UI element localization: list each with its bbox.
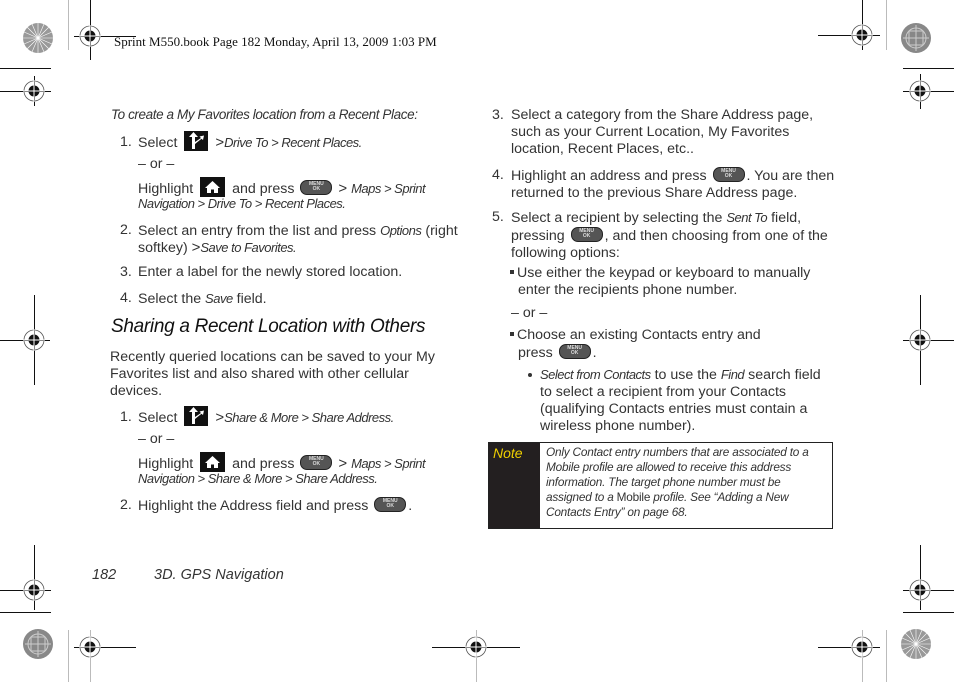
or-separator: – or – bbox=[138, 156, 175, 172]
color-rosette-bottom-left bbox=[23, 629, 53, 659]
section-heading: Sharing a Recent Location with Others bbox=[111, 316, 426, 337]
step-3-select-category: Select a category from the Share Address… bbox=[511, 107, 814, 157]
menu-ok-key-icon: MENU OK bbox=[374, 497, 407, 512]
menu-ok-key-icon: MENU OK bbox=[712, 167, 745, 182]
crop-line bbox=[903, 612, 954, 613]
step-number: 2. bbox=[120, 222, 132, 238]
color-rosette-top-right bbox=[901, 23, 931, 53]
registration-mark bbox=[851, 24, 873, 46]
menu-ok-key-icon: MENU OK bbox=[300, 180, 333, 195]
option-bullet-contacts: Choose an existing Contacts entry and pr… bbox=[510, 327, 761, 362]
color-rosette-top-left bbox=[23, 23, 53, 53]
step-number: 4. bbox=[492, 167, 504, 183]
trim-line bbox=[68, 0, 69, 50]
section-title: 3D. GPS Navigation bbox=[154, 567, 284, 583]
registration-mark bbox=[23, 80, 45, 102]
registration-mark bbox=[79, 636, 101, 658]
menu-ok-key-icon: MENU OK bbox=[300, 455, 333, 470]
step-1-select-drive-to: Select >Drive To > Recent Places. bbox=[138, 131, 362, 152]
page-number: 182 bbox=[92, 567, 117, 583]
registration-mark bbox=[909, 329, 931, 351]
print-header: Sprint M550.book Page 182 Monday, April … bbox=[114, 34, 437, 49]
menu-ok-key-icon: MENU OK bbox=[558, 344, 591, 359]
step-number: 4. bbox=[120, 290, 132, 306]
note-label: Note bbox=[489, 443, 540, 528]
procedure-intro: To create a My Favorites location from a… bbox=[111, 107, 418, 122]
or-separator: – or – bbox=[511, 305, 548, 321]
step-number: 3. bbox=[492, 107, 504, 123]
registration-mark bbox=[23, 579, 45, 601]
menu-path: Navigation > Drive To > Recent Places. bbox=[138, 196, 346, 211]
note-text: Only Contact entry numbers that are asso… bbox=[546, 445, 809, 519]
bullet-icon bbox=[510, 332, 514, 336]
alternate-step-highlight: Highlight and press MENU OK > Maps > Spri… bbox=[138, 177, 426, 198]
bullet-icon bbox=[528, 373, 532, 377]
crop-line bbox=[0, 68, 51, 69]
step-1-select-share: Select >Share & More > Share Address. bbox=[138, 406, 394, 427]
option-bullet-keypad: Use either the keypad or keyboard to man… bbox=[510, 265, 810, 299]
step-number: 1. bbox=[120, 134, 132, 150]
registration-mark bbox=[23, 329, 45, 351]
sub-option-select-from-contacts: Select from Contacts to use the Find sea… bbox=[540, 367, 821, 434]
step-2-highlight-address: Highlight the Address field and press ME… bbox=[138, 497, 413, 514]
step-5-select-recipient: Select a recipient by selecting the Sent… bbox=[511, 210, 828, 261]
crop-line bbox=[903, 68, 954, 69]
step-4-highlight-address: Highlight an address and press MENU OK. Y… bbox=[511, 167, 835, 201]
bullet-icon bbox=[510, 270, 514, 274]
or-separator: – or – bbox=[138, 431, 175, 447]
menu-path: Share & More > Share Address. bbox=[224, 410, 394, 425]
step-number: 1. bbox=[120, 409, 132, 425]
trim-line bbox=[68, 630, 69, 682]
section-paragraph: Recently queried locations can be saved … bbox=[110, 349, 435, 399]
menu-ok-key-icon: MENU OK bbox=[570, 227, 603, 242]
crop-line bbox=[0, 612, 51, 613]
trim-line bbox=[886, 0, 887, 50]
step-4-select-save: Select the Save field. bbox=[138, 291, 267, 307]
home-icon bbox=[200, 452, 226, 472]
registration-mark bbox=[465, 636, 487, 658]
menu-path: Drive To > Recent Places. bbox=[224, 135, 362, 150]
color-rosette-bottom-right bbox=[901, 629, 931, 659]
note-box: Note Only Contact entry numbers that are… bbox=[488, 442, 833, 529]
registration-mark bbox=[909, 80, 931, 102]
registration-mark bbox=[851, 636, 873, 658]
navigation-arrow-icon bbox=[184, 406, 209, 426]
step-2-select-entry: Select an entry from the list and press … bbox=[138, 223, 458, 239]
home-icon bbox=[200, 177, 226, 197]
alternate-step-highlight: Highlight and press MENU OK > Maps > Spri… bbox=[138, 452, 426, 473]
step-number: 2. bbox=[120, 497, 132, 513]
registration-mark bbox=[79, 25, 101, 47]
menu-path: Navigation > Share & More > Share Addres… bbox=[138, 471, 378, 486]
navigation-arrow-icon bbox=[184, 131, 209, 151]
step-3-enter-label: Enter a label for the newly stored locat… bbox=[138, 264, 403, 280]
registration-mark bbox=[909, 579, 931, 601]
step-number: 3. bbox=[120, 264, 132, 280]
step-number: 5. bbox=[492, 209, 504, 225]
trim-line bbox=[886, 630, 887, 682]
